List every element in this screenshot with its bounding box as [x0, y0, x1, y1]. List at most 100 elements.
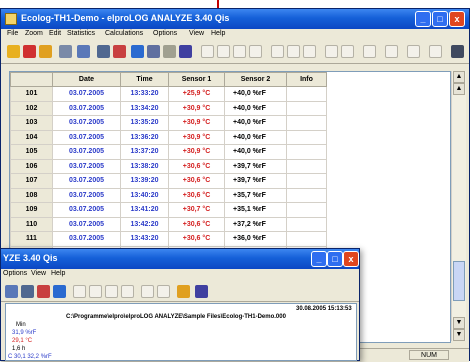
menu-help[interactable]: Help: [51, 270, 65, 277]
sensor-2-cell[interactable]: +40,0 %rF: [224, 86, 287, 102]
column-header-info[interactable]: Info: [286, 72, 327, 87]
sensor-2-cell[interactable]: +37,2 %rF: [224, 216, 287, 232]
time-cell[interactable]: 13:40:20: [120, 187, 169, 203]
scroll-down-icon[interactable]: ▼: [453, 329, 465, 341]
table-row[interactable]: 102 03.07.2005 13:34:20 +30,9 °C +40,0 %rF: [10, 100, 327, 116]
info-cell[interactable]: [286, 202, 327, 218]
scroll-down-icon[interactable]: ▼: [453, 317, 465, 329]
date-cell[interactable]: 03.07.2005: [52, 129, 121, 145]
vertical-scrollbar[interactable]: ▲ ▲ ▼ ▼: [451, 71, 466, 341]
print-icon[interactable]: [39, 45, 52, 58]
report-icon[interactable]: [53, 285, 66, 298]
info-cell[interactable]: [286, 231, 327, 247]
scroll-up-icon[interactable]: ▲: [453, 83, 465, 95]
scroll-up-icon[interactable]: ▲: [453, 71, 465, 83]
time-cell[interactable]: 13:39:20: [120, 173, 169, 189]
sensor-1-cell[interactable]: +30,6 °C: [168, 216, 225, 232]
column-header-sensor-2[interactable]: Sensor 2: [224, 72, 287, 87]
table-row[interactable]: 110 03.07.2005 13:42:20 +30,6 °C +37,2 %rF: [10, 216, 327, 232]
row-index[interactable]: 104: [10, 129, 53, 145]
sensor-2-cell[interactable]: +40,0 %rF: [224, 115, 287, 131]
row-index[interactable]: 103: [10, 115, 53, 131]
row-index[interactable]: 110: [10, 216, 53, 232]
table-icon[interactable]: [77, 45, 90, 58]
table-row[interactable]: 101 03.07.2005 13:33:20 +25,9 °C +40,0 %rF: [10, 86, 327, 102]
date-cell[interactable]: 03.07.2005: [52, 187, 121, 203]
date-cell[interactable]: 03.07.2005: [52, 144, 121, 160]
sensor-1-cell[interactable]: +30,6 °C: [168, 173, 225, 189]
time-cell[interactable]: 13:38:20: [120, 158, 169, 174]
scroll-thumb[interactable]: [453, 261, 465, 301]
sensor-2-cell[interactable]: +39,7 %rF: [224, 173, 287, 189]
main-title-bar[interactable]: Ecolog-TH1-Demo - elproLOG ANALYZE 3.40 …: [1, 9, 469, 29]
row-index[interactable]: 109: [10, 202, 53, 218]
date-cell[interactable]: 03.07.2005: [52, 231, 121, 247]
sensor-1-cell[interactable]: +25,9 °C: [168, 86, 225, 102]
table-row[interactable]: 107 03.07.2005 13:39:20 +30,6 °C +39,7 %rF: [10, 173, 327, 189]
info-cell[interactable]: [286, 173, 327, 189]
report-minimize-button[interactable]: _: [311, 251, 327, 267]
sensor-2-cell[interactable]: +40,0 %rF: [224, 100, 287, 116]
export-icon[interactable]: [147, 45, 160, 58]
info-cell[interactable]: [286, 187, 327, 203]
date-cell[interactable]: 03.07.2005: [52, 158, 121, 174]
sensor-1-cell[interactable]: +30,9 °C: [168, 144, 225, 160]
time-cell[interactable]: 13:41:20: [120, 202, 169, 218]
minimize-button[interactable]: _: [415, 11, 431, 27]
sensor-2-cell[interactable]: +40,0 %rF: [224, 129, 287, 145]
row-index[interactable]: 111: [10, 231, 53, 247]
sensor-1-cell[interactable]: +30,6 °C: [168, 231, 225, 247]
save-icon[interactable]: [23, 45, 36, 58]
date-cell[interactable]: 03.07.2005: [52, 202, 121, 218]
menu-help[interactable]: Help: [211, 30, 225, 37]
sensor-2-cell[interactable]: +36,0 %rF: [224, 231, 287, 247]
time-cell[interactable]: 13:43:20: [120, 231, 169, 247]
close-button[interactable]: x: [449, 11, 465, 27]
table-row[interactable]: 103 03.07.2005 13:35:20 +30,9 °C +40,0 %rF: [10, 115, 327, 131]
sensor-2-cell[interactable]: +35,1 %rF: [224, 202, 287, 218]
table-row[interactable]: 108 03.07.2005 13:40:20 +30,6 °C +35,7 %rF: [10, 187, 327, 203]
table-icon[interactable]: [5, 285, 18, 298]
info-cell[interactable]: [286, 144, 327, 160]
row-index[interactable]: 106: [10, 158, 53, 174]
report-maximize-button[interactable]: □: [327, 251, 343, 267]
table-row[interactable]: 105 03.07.2005 13:37:20 +30,9 °C +40,0 %rF: [10, 144, 327, 160]
menu-options[interactable]: Options: [3, 270, 27, 277]
sensor-1-cell[interactable]: +30,9 °C: [168, 115, 225, 131]
report-icon[interactable]: [131, 45, 144, 58]
time-cell[interactable]: 13:35:20: [120, 115, 169, 131]
menu-zoom[interactable]: Zoom: [25, 30, 43, 37]
column-header-sensor-1[interactable]: Sensor 1: [168, 72, 225, 87]
chart-icon[interactable]: [21, 285, 34, 298]
chart-icon[interactable]: [97, 45, 110, 58]
time-cell[interactable]: 13:37:20: [120, 144, 169, 160]
window-icon[interactable]: [451, 45, 464, 58]
table-row[interactable]: 106 03.07.2005 13:38:20 +30,6 °C +39,7 %rF: [10, 158, 327, 174]
info-cell[interactable]: [286, 216, 327, 232]
date-cell[interactable]: 03.07.2005: [52, 216, 121, 232]
time-cell[interactable]: 13:36:20: [120, 129, 169, 145]
info-cell[interactable]: [286, 129, 327, 145]
menu-view[interactable]: View: [31, 270, 46, 277]
sensor-1-cell[interactable]: +30,7 °C: [168, 202, 225, 218]
maximize-button[interactable]: □: [432, 11, 448, 27]
sensor-1-cell[interactable]: +30,6 °C: [168, 158, 225, 174]
date-cell[interactable]: 03.07.2005: [52, 115, 121, 131]
date-cell[interactable]: 03.07.2005: [52, 173, 121, 189]
help-icon[interactable]: [195, 285, 208, 298]
sensor-1-cell[interactable]: +30,9 °C: [168, 100, 225, 116]
menu-statistics[interactable]: Statistics: [67, 30, 95, 37]
open-icon[interactable]: [7, 45, 20, 58]
column-header[interactable]: [10, 72, 53, 87]
zoom-icon[interactable]: [113, 45, 126, 58]
report-close-button[interactable]: x: [343, 251, 359, 267]
settings-icon[interactable]: [163, 45, 176, 58]
help-icon[interactable]: [179, 45, 192, 58]
menu-edit[interactable]: Edit: [49, 30, 61, 37]
menu-calculations[interactable]: Calculations: [105, 30, 143, 37]
table-row[interactable]: 111 03.07.2005 13:43:20 +30,6 °C +36,0 %rF: [10, 231, 327, 247]
info-cell[interactable]: [286, 158, 327, 174]
sensor-2-cell[interactable]: +35,7 %rF: [224, 187, 287, 203]
menu-file[interactable]: File: [7, 30, 18, 37]
column-header-time[interactable]: Time: [120, 72, 169, 87]
